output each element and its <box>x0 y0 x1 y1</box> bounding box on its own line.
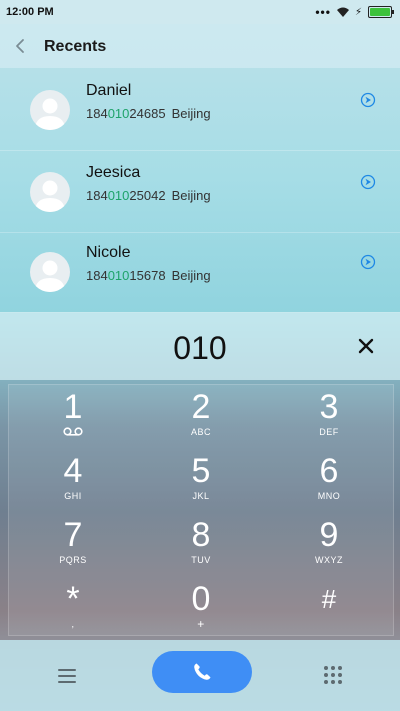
key-6[interactable]: 6 MNO <box>265 449 393 511</box>
contact-name: Jeesica <box>86 164 141 181</box>
phone-icon <box>194 663 211 680</box>
contact-info-button[interactable] <box>360 92 376 108</box>
charging-icon: ⚡ <box>354 6 362 18</box>
contact-row-daniel[interactable]: Daniel 18401024685 Beijing <box>0 68 400 151</box>
arrow-circle-icon <box>360 174 376 190</box>
key-8[interactable]: 8 TUV <box>137 513 265 575</box>
contact-number: 18401015678 Beijing <box>86 268 211 283</box>
chevron-left-icon <box>16 39 24 53</box>
clear-button[interactable] <box>354 334 378 358</box>
app-header: Recents <box>0 24 400 68</box>
avatar <box>30 252 70 292</box>
contact-location: Beijing <box>171 106 211 121</box>
contact-location: Beijing <box>171 188 211 203</box>
person-icon <box>35 180 65 212</box>
contact-name: Nicole <box>86 244 131 261</box>
contact-info-button[interactable] <box>360 254 376 270</box>
status-icons: ••• ⚡ <box>315 5 394 19</box>
key-1[interactable]: 1 <box>9 385 137 447</box>
status-time: 12:00 PM <box>6 6 54 18</box>
contact-location: Beijing <box>171 268 211 283</box>
key-4[interactable]: 4 GHI <box>9 449 137 511</box>
key-2[interactable]: 2 ABC <box>137 385 265 447</box>
page-title: Recents <box>44 38 107 55</box>
call-button[interactable] <box>152 651 252 693</box>
contact-number: 18401024685 Beijing <box>86 106 211 121</box>
menu-button[interactable] <box>54 663 80 689</box>
bottom-bar <box>0 640 400 711</box>
dial-entry: 010 <box>0 312 400 380</box>
avatar <box>30 172 70 212</box>
contact-number: 18401025042 Beijing <box>86 188 211 203</box>
dialpad-icon <box>324 666 342 684</box>
back-button[interactable] <box>10 35 32 57</box>
voicemail-icon <box>63 427 83 436</box>
key-5[interactable]: 5 JKL <box>137 449 265 511</box>
wifi-icon <box>336 7 349 17</box>
dial-keypad: 1 2 ABC 3 DEF 4 GHI 5 JKL 6 MNO 7 PQRS 8… <box>8 384 394 636</box>
dialed-number: 010 <box>173 330 227 366</box>
key-0[interactable]: 0 + <box>137 577 265 639</box>
status-bar: 12:00 PM ••• ⚡ <box>0 0 400 24</box>
key-3[interactable]: 3 DEF <box>265 385 393 447</box>
key-9[interactable]: 9 WXYZ <box>265 513 393 575</box>
key-7[interactable]: 7 PQRS <box>9 513 137 575</box>
key-star[interactable]: * , <box>9 577 137 639</box>
contact-row-jeesica[interactable]: Jeesica 18401025042 Beijing <box>0 150 400 233</box>
key-hash[interactable]: # <box>265 577 393 639</box>
arrow-circle-icon <box>360 92 376 108</box>
contact-info-button[interactable] <box>360 174 376 190</box>
menu-icon <box>58 669 76 683</box>
arrow-circle-icon <box>360 254 376 270</box>
dialpad-button[interactable] <box>320 662 346 688</box>
contact-name: Daniel <box>86 82 132 99</box>
person-icon <box>35 260 65 292</box>
avatar <box>30 90 70 130</box>
more-status-icon: ••• <box>315 5 331 19</box>
person-icon <box>35 98 65 130</box>
contact-row-nicole[interactable]: Nicole 18401015678 Beijing <box>0 230 400 313</box>
battery-icon <box>368 6 394 18</box>
close-icon <box>358 338 374 354</box>
